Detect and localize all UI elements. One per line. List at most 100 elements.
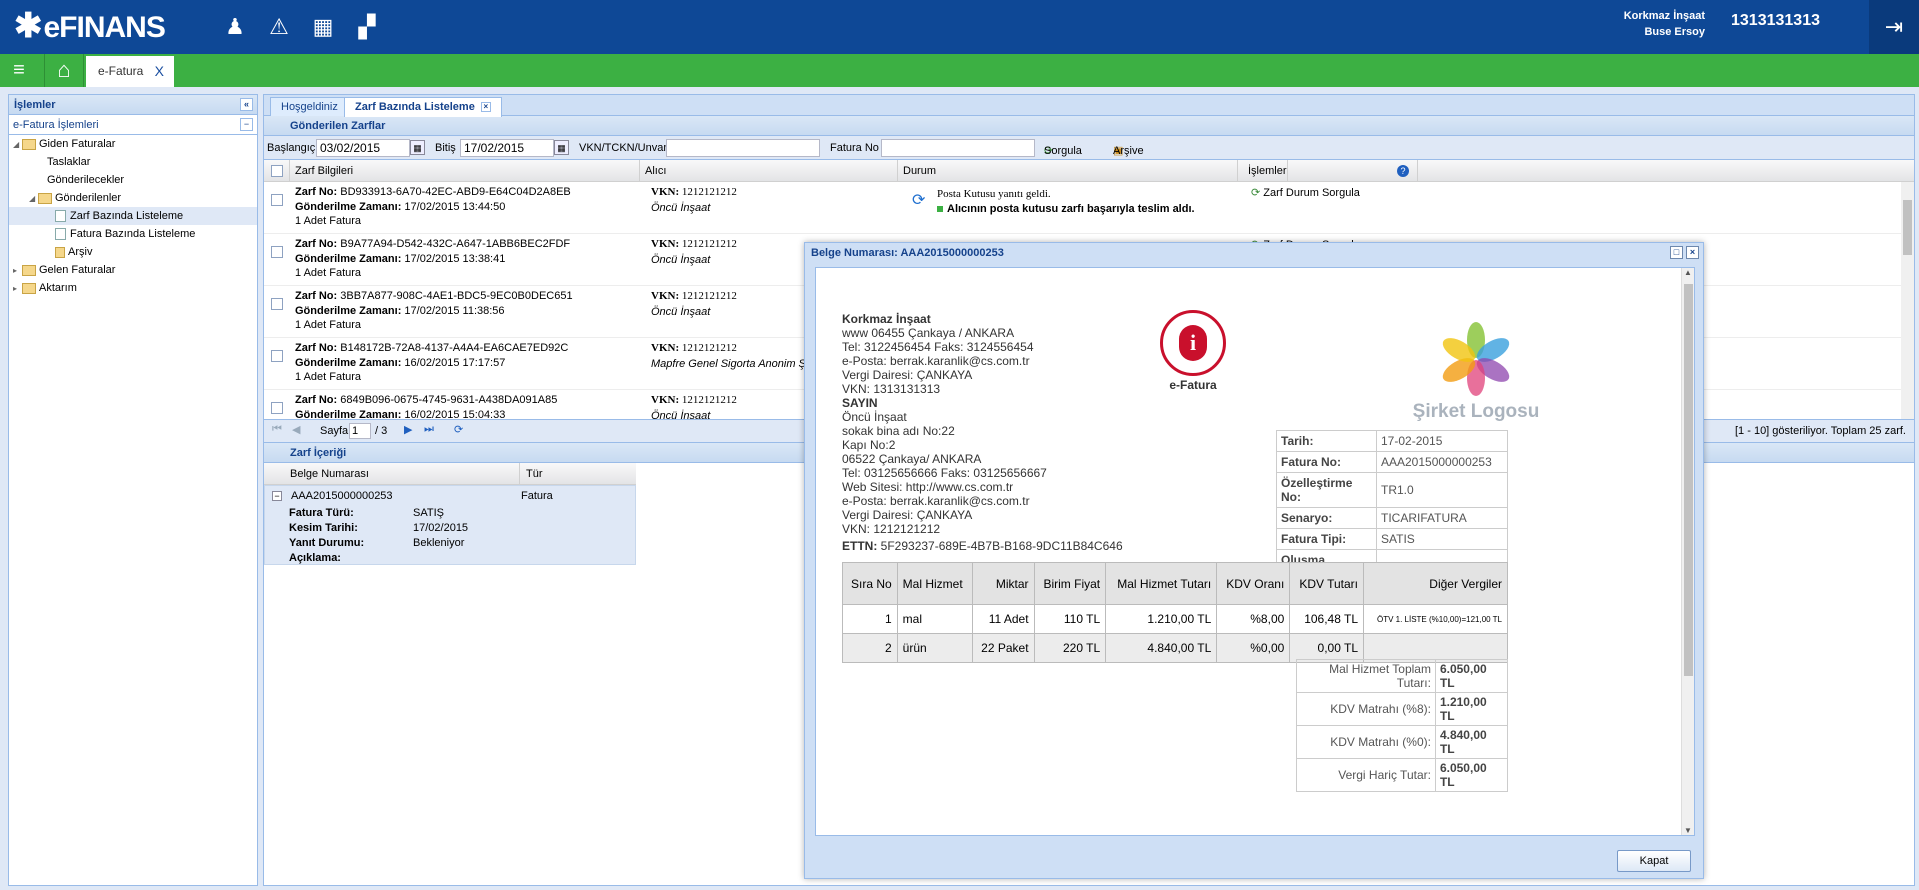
col-durum[interactable]: Durum bbox=[898, 160, 1238, 182]
start-date-input[interactable] bbox=[316, 139, 410, 157]
tree-item-arsiv[interactable]: Arşiv bbox=[9, 243, 257, 261]
help-icon: ? bbox=[1397, 165, 1409, 177]
col-islemler[interactable]: İşlemler? bbox=[1238, 160, 1418, 182]
efinans-logo[interactable]: ✱eFINANS bbox=[14, 6, 166, 46]
last-page-icon[interactable]: ⏭ bbox=[424, 423, 434, 436]
items-col-header: Diğer Vergiler bbox=[1363, 562, 1508, 605]
first-page-icon[interactable]: ⏮ bbox=[272, 423, 282, 436]
close-icon[interactable]: × bbox=[1686, 246, 1699, 259]
info-row: Özelleştirme No: TR1.0 bbox=[1276, 472, 1508, 508]
table-row[interactable]: Zarf No: BD933913-6A70-42EC-ABD9-E64C04D… bbox=[264, 182, 1914, 234]
refresh-icon[interactable]: ⟳ bbox=[454, 423, 463, 436]
flower-logo-icon bbox=[1442, 322, 1510, 396]
status-line: Posta Kutusu yanıtı geldi. bbox=[937, 188, 1051, 200]
zarf-no: Zarf No: 6849B096-0675-4745-9631-A438DA0… bbox=[295, 394, 558, 406]
query-icon: ⟳ bbox=[1251, 187, 1261, 199]
grid-scrollbar[interactable] bbox=[1901, 182, 1914, 419]
items-col-header: Mal Hizmet Tutarı bbox=[1105, 562, 1218, 605]
prev-page-icon[interactable]: ◀ bbox=[292, 423, 300, 436]
expand-icon: ◢ bbox=[29, 194, 36, 203]
collapsed-icon: ▸ bbox=[13, 266, 18, 275]
close-button[interactable]: Kapat bbox=[1617, 850, 1691, 872]
address-line: Öncü İnşaat bbox=[842, 410, 907, 424]
tree-item-fatura-bazinda[interactable]: Fatura Bazında Listeleme bbox=[9, 225, 257, 243]
row-checkbox[interactable] bbox=[271, 246, 283, 259]
totals-table: Mal Hizmet Toplam Tutarı: 6.050,00 TL KDV … bbox=[1296, 659, 1509, 792]
tree-item-zarf-bazinda[interactable]: Zarf Bazında Listeleme bbox=[9, 207, 257, 225]
info-row: Senaryo: TICARIFATURA bbox=[1276, 507, 1508, 529]
tree-item-gelen-faturalar[interactable]: ▸ Gelen Faturalar bbox=[9, 261, 257, 279]
dashboard-icon[interactable]: ▞ bbox=[354, 14, 380, 40]
row-checkbox[interactable] bbox=[271, 194, 283, 207]
tree-icon[interactable]: ♟ bbox=[222, 14, 248, 40]
total-row: KDV Matrahı (%8): 1.210,00 TL bbox=[1296, 692, 1509, 726]
items-col-header: Birim Fiyat bbox=[1033, 562, 1107, 605]
alici-vkn: VKN: 1212121212 bbox=[651, 342, 737, 354]
alici-vkn: VKN: 1212121212 bbox=[651, 394, 737, 406]
invoice-count: 1 Adet Fatura bbox=[295, 371, 362, 383]
document-modal: Belge Numarası: AAA2015000000253 □ × Kor… bbox=[804, 242, 1704, 879]
address-line: www 06455 Çankaya / ANKARA bbox=[842, 326, 1015, 340]
vkn-input[interactable] bbox=[666, 139, 820, 157]
tree-item-taslaklar[interactable]: Taslaklar bbox=[9, 153, 257, 171]
calendar-icon[interactable]: ▦ bbox=[310, 14, 336, 40]
tab-hosgeldiniz[interactable]: Hoşgeldiniz bbox=[270, 97, 349, 116]
select-all-checkbox[interactable] bbox=[264, 160, 290, 182]
invoice-view: Korkmaz İnşaat www 06455 Çankaya / ANKAR… bbox=[815, 267, 1695, 836]
tab-zarf-bazinda[interactable]: Zarf Bazında Listeleme × bbox=[344, 97, 502, 117]
warning-icon[interactable]: ⚠ bbox=[266, 14, 292, 40]
close-icon[interactable]: X bbox=[155, 56, 164, 87]
top-bar: ✱eFINANS ♟ ⚠ ▦ ▞ Korkmaz İnşaat Buse Ers… bbox=[0, 0, 1919, 54]
alici-name: Öncü İnşaat bbox=[651, 410, 711, 419]
zarf-durum-sorgula-link[interactable]: ⟳ Zarf Durum Sorgula bbox=[1251, 186, 1360, 199]
page-total: / 3 bbox=[375, 425, 388, 437]
tree-item-giden-faturalar[interactable]: ◢ Giden Faturalar bbox=[9, 135, 257, 153]
col-zarf-bilgileri[interactable]: Zarf Bilgileri bbox=[290, 160, 640, 182]
collapse-row-icon[interactable]: − bbox=[272, 491, 282, 501]
address-line: e-Posta: berrak.karanlik@cs.com.tr bbox=[842, 354, 1030, 368]
detail-row: Açıklama: bbox=[289, 552, 341, 564]
alici-name: Öncü İnşaat bbox=[651, 202, 711, 214]
row-checkbox[interactable] bbox=[271, 350, 283, 363]
tree-item-gonderilenler[interactable]: ◢ Gönderilenler bbox=[9, 189, 257, 207]
info-row: Fatura Tipi: SATIS bbox=[1276, 528, 1508, 550]
close-icon[interactable]: × bbox=[480, 102, 491, 112]
row-checkbox[interactable] bbox=[271, 298, 283, 311]
module-tab-efatura[interactable]: e-Fatura X bbox=[86, 56, 174, 87]
col-alici[interactable]: Alıcı bbox=[640, 160, 898, 182]
panel-title: İşlemler « bbox=[9, 95, 257, 115]
address-line: VKN: 1313131313 bbox=[842, 382, 941, 396]
fatura-no-input[interactable] bbox=[881, 139, 1035, 157]
buyer-title: SAYIN bbox=[842, 396, 878, 410]
logout-icon[interactable]: ⇥ bbox=[1869, 0, 1919, 54]
send-time: Gönderilme Zamanı: 16/02/2015 17:17:57 bbox=[295, 357, 506, 369]
ettn-line: ETTN: 5F293237-689E-4B7B-B168-9DC11B84C6… bbox=[842, 539, 1123, 553]
calendar-icon[interactable]: ▦ bbox=[554, 140, 569, 155]
maximize-icon[interactable]: □ bbox=[1670, 246, 1683, 259]
minus-icon[interactable]: − bbox=[240, 118, 253, 131]
address-line: 06522 Çankaya/ ANKARA bbox=[842, 452, 982, 466]
next-page-icon[interactable]: ▶ bbox=[404, 423, 412, 436]
fatura-no-label: Fatura No bbox=[830, 142, 879, 154]
tree-item-aktarim[interactable]: ▸ Aktarım bbox=[9, 279, 257, 297]
address-line: Vergi Dairesi: ÇANKAYA bbox=[842, 368, 973, 382]
alici-name: Mapfre Genel Sigorta Anonim Şi bbox=[651, 358, 809, 370]
modal-scrollbar[interactable]: ▲ ▼ bbox=[1681, 268, 1694, 835]
col-belge-numarasi[interactable]: Belge Numarası bbox=[290, 463, 520, 485]
alici-vkn: VKN: 1212121212 bbox=[651, 238, 737, 250]
page-input[interactable] bbox=[349, 423, 371, 439]
zarf-no: Zarf No: BD933913-6A70-42EC-ABD9-E64C04D… bbox=[295, 186, 571, 198]
home-icon[interactable]: ⌂ bbox=[44, 54, 84, 87]
content-row[interactable]: − AAA2015000000253 Fatura Fatura Türü: SA… bbox=[264, 485, 636, 565]
row-checkbox[interactable] bbox=[271, 402, 283, 415]
collapse-icon[interactable]: « bbox=[240, 98, 253, 111]
col-tur[interactable]: Tür bbox=[526, 463, 543, 485]
user-name: Buse Ersoy bbox=[1644, 26, 1705, 38]
address-line: e-Posta: berrak.karanlik@cs.com.tr bbox=[842, 494, 1030, 508]
end-date-input[interactable] bbox=[460, 139, 554, 157]
section-header[interactable]: e-Fatura İşlemleri − bbox=[9, 115, 257, 135]
tree-item-gonderilecekler[interactable]: Gönderilecekler bbox=[9, 171, 257, 189]
items-col-header: KDV Tutarı bbox=[1289, 562, 1365, 605]
calendar-icon[interactable]: ▦ bbox=[410, 140, 425, 155]
hamburger-menu-icon[interactable]: ≡ bbox=[0, 54, 38, 87]
